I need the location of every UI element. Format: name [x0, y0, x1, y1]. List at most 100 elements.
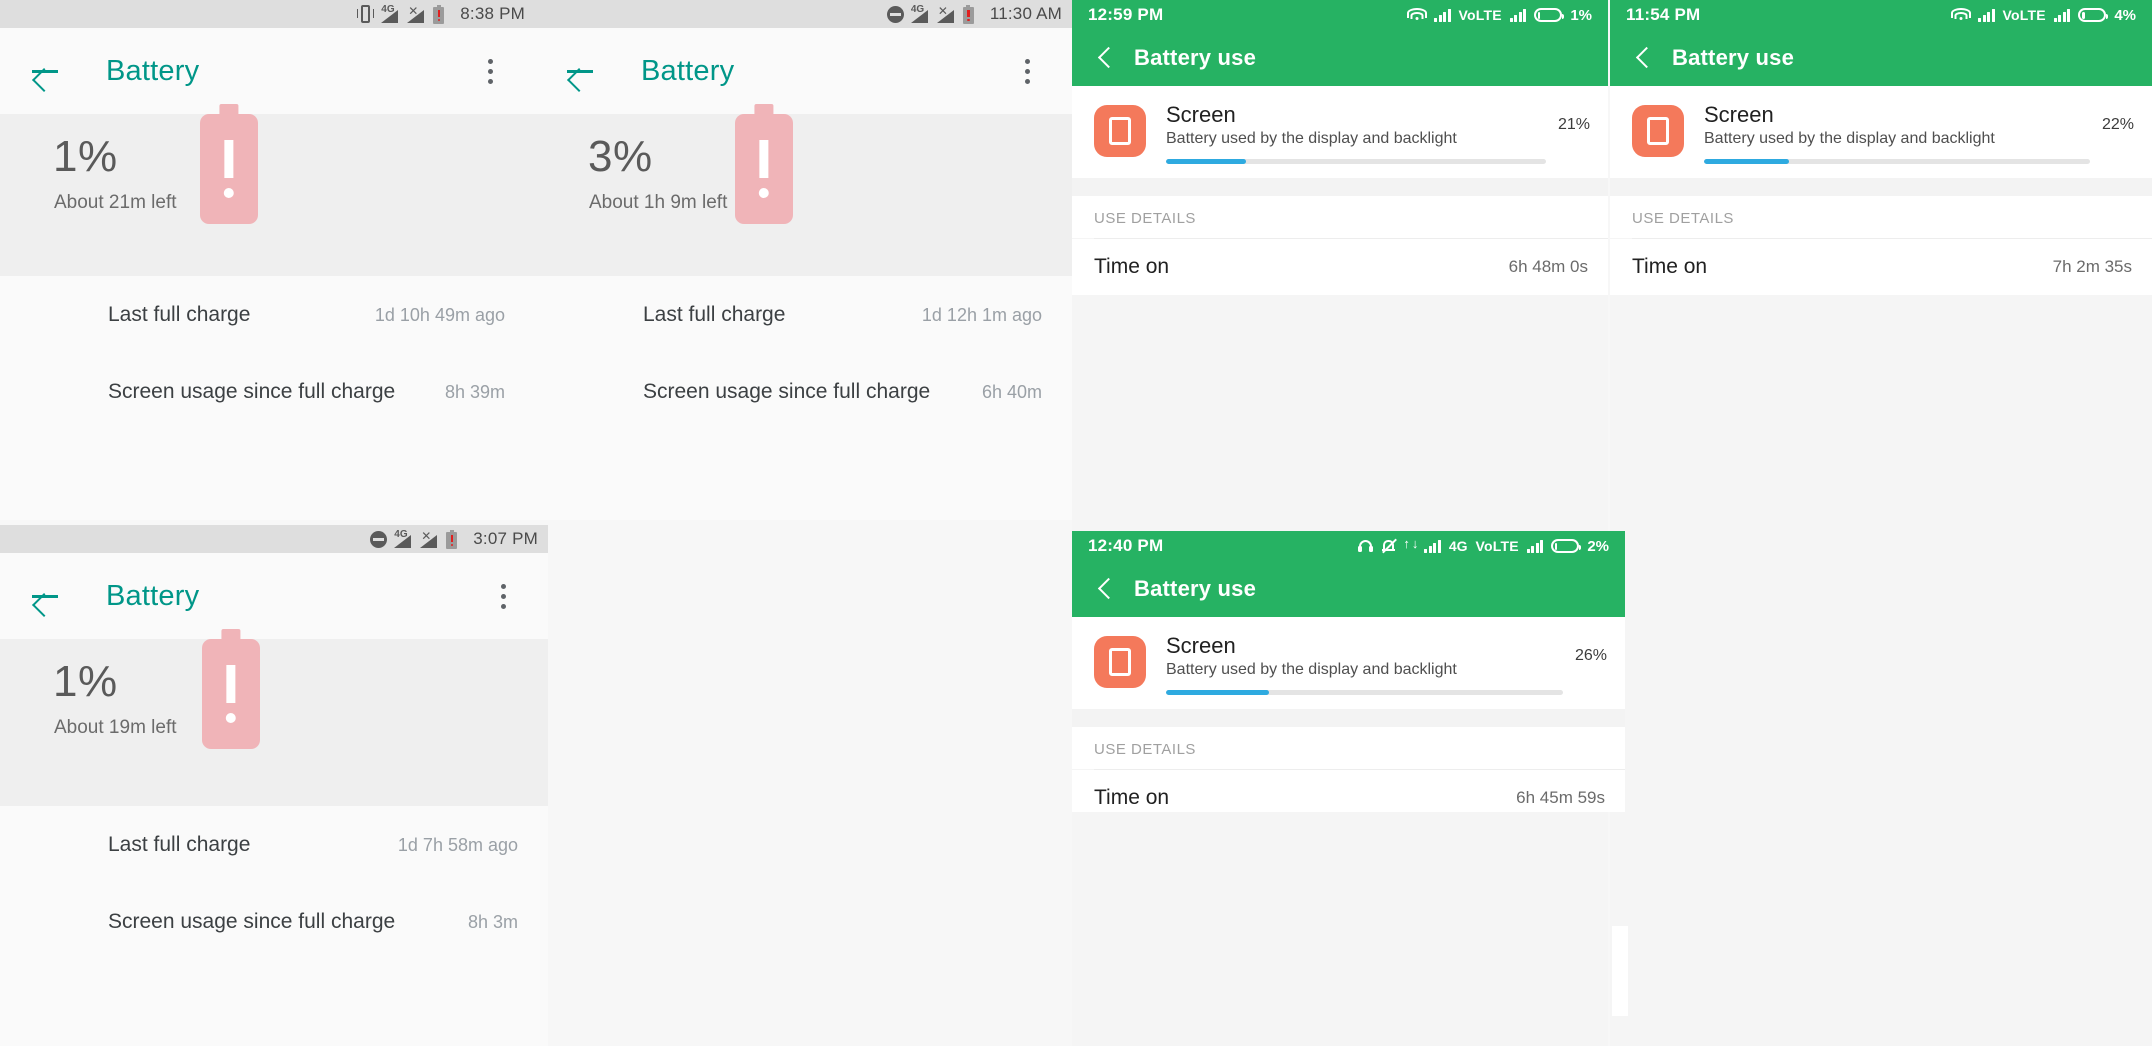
- detail-row-time-on[interactable]: Time on 7h 2m 35s: [1610, 239, 2152, 296]
- app-usage-percent: 21%: [1557, 116, 1590, 133]
- battery-detail-rows: Last full charge 1d 10h 49m ago Screen u…: [0, 276, 535, 430]
- row-value: 1d 7h 58m ago: [397, 834, 518, 855]
- signal-icon: [2053, 8, 2071, 22]
- battery-icon: [1551, 539, 1582, 553]
- battery-estimate: About 21m left: [54, 192, 177, 213]
- panel-android-battery-2: 4G ✕ 11:30 AM Battery 3% About 1h 9m lef…: [535, 0, 1072, 520]
- panel-miui-battery-use-1: 12:59 PM VoLTE 1% Battery use Screen Bat…: [1072, 0, 1608, 1046]
- status-bar-time: 8:38 PM: [460, 4, 525, 23]
- detail-label: Time on: [1094, 786, 1170, 810]
- status-bar: 4G ✕ 3:07 PM: [0, 525, 548, 553]
- app-description: Battery used by the display and backligh…: [1704, 130, 1995, 148]
- row-value: 8h 3m: [467, 911, 518, 932]
- data-transfer-icon: [1403, 537, 1418, 554]
- page-title: Battery use: [1672, 45, 1795, 70]
- screen-app-icon: [1632, 105, 1684, 157]
- battery-detail-rows: Last full charge 1d 7h 58m ago Screen us…: [0, 806, 548, 960]
- network-4g-label: 4G: [1448, 538, 1468, 554]
- battery-percent-label: 1%: [1570, 6, 1592, 24]
- section-header-use-details: USE DETAILS: [1072, 196, 1608, 239]
- usage-progress-bar: [1166, 159, 1546, 165]
- battery-icon: [1534, 8, 1565, 22]
- detail-label: Time on: [1094, 255, 1170, 279]
- back-arrow-icon[interactable]: [24, 575, 66, 617]
- battery-low-icon: [962, 4, 974, 24]
- row-label: Screen usage since full charge: [643, 380, 931, 403]
- scrollbar-track[interactable]: [1612, 926, 1628, 1016]
- signal-no-service-icon: ✕: [407, 5, 426, 23]
- table-row[interactable]: Last full charge 1d 10h 49m ago: [0, 276, 535, 354]
- status-bar: 11:54 PM VoLTE 4%: [1610, 0, 2152, 30]
- back-chevron-icon[interactable]: [1094, 43, 1116, 73]
- do-not-disturb-icon: [886, 5, 904, 23]
- row-label: Last full charge: [108, 833, 251, 856]
- app-bar: Battery: [0, 28, 535, 114]
- volte-label: VoLTE: [1458, 7, 1502, 23]
- table-row[interactable]: Screen usage since full charge 8h 39m: [0, 354, 535, 430]
- detail-row-time-on[interactable]: Time on 6h 45m 59s: [1072, 770, 1625, 812]
- mute-bell-icon: [1381, 538, 1398, 554]
- back-arrow-icon[interactable]: [559, 50, 601, 92]
- volte-label: VoLTE: [1475, 538, 1519, 554]
- panel-miui-battery-use-2: 11:54 PM VoLTE 4% Battery use Screen Bat…: [1610, 0, 2152, 1046]
- signal-icon: [1509, 8, 1527, 22]
- app-description: Battery used by the display and backligh…: [1166, 130, 1457, 148]
- signal-no-service-icon: ✕: [420, 530, 439, 548]
- section-divider: [1072, 709, 1625, 728]
- status-bar-time: 11:54 PM: [1626, 5, 1701, 24]
- signal-icon: [1434, 8, 1451, 22]
- app-name: Screen: [1704, 102, 1774, 127]
- row-label: Screen usage since full charge: [108, 910, 396, 933]
- back-chevron-icon[interactable]: [1094, 574, 1116, 604]
- app-usage-card[interactable]: Screen Battery used by the display and b…: [1072, 86, 1608, 179]
- app-name: Screen: [1166, 102, 1236, 127]
- battery-low-icon: [433, 4, 445, 24]
- table-row[interactable]: Last full charge 1d 7h 58m ago: [0, 806, 548, 884]
- section-header-use-details: USE DETAILS: [1610, 196, 2152, 239]
- battery-percent: 1%: [53, 132, 118, 181]
- battery-alert-icon: [200, 104, 258, 224]
- section-header-use-details: USE DETAILS: [1072, 727, 1625, 770]
- status-bar-time: 3:07 PM: [473, 529, 538, 548]
- signal-no-service-icon: ✕: [936, 5, 956, 23]
- status-bar: 12:59 PM VoLTE 1%: [1072, 0, 1608, 30]
- app-description: Battery used by the display and backligh…: [1166, 661, 1457, 679]
- row-value: 8h 39m: [444, 381, 505, 402]
- back-chevron-icon[interactable]: [1632, 43, 1654, 73]
- app-bar: Battery: [0, 553, 548, 639]
- app-header: Battery use: [1610, 30, 2152, 86]
- overflow-menu-icon[interactable]: [1010, 54, 1044, 88]
- overflow-menu-icon[interactable]: [473, 54, 507, 88]
- row-value: 6h 40m: [981, 381, 1042, 402]
- signal-4g-icon: 4G: [910, 4, 930, 23]
- battery-hero: 1% About 21m left: [0, 104, 535, 276]
- battery-icon: [2078, 8, 2109, 22]
- screen-app-icon: [1094, 636, 1146, 688]
- table-row[interactable]: Screen usage since full charge 6h 40m: [535, 354, 1072, 430]
- battery-estimate: About 19m left: [54, 717, 177, 738]
- battery-percent-label: 4%: [2114, 6, 2136, 24]
- panel-android-battery-3: 4G ✕ 3:07 PM Battery 1% About 19m left L…: [0, 525, 548, 1046]
- back-arrow-icon[interactable]: [24, 50, 66, 92]
- signal-4g-icon: 4G: [394, 529, 413, 548]
- signal-icon: [1978, 8, 1995, 22]
- row-label: Screen usage since full charge: [108, 380, 396, 403]
- row-value: 1d 10h 49m ago: [374, 304, 505, 325]
- wifi-icon: [1407, 8, 1428, 22]
- signal-4g-icon: 4G: [381, 4, 400, 23]
- app-bar: Battery: [535, 28, 1072, 114]
- table-row[interactable]: Screen usage since full charge 8h 3m: [0, 884, 548, 960]
- table-row[interactable]: Last full charge 1d 12h 1m ago: [535, 276, 1072, 354]
- app-usage-card[interactable]: Screen Battery used by the display and b…: [1610, 86, 2152, 179]
- battery-percent: 3%: [588, 132, 653, 181]
- app-usage-card[interactable]: Screen Battery used by the display and b…: [1072, 617, 1625, 710]
- detail-row-time-on[interactable]: Time on 6h 48m 0s: [1072, 239, 1608, 296]
- section-divider: [1072, 178, 1608, 197]
- app-header: Battery use: [1072, 561, 1625, 617]
- overflow-menu-icon[interactable]: [486, 579, 520, 613]
- panel-miui-battery-use-3: 12:40 PM 4G VoLTE 2% Battery use Screen …: [1072, 531, 1625, 812]
- app-name: Screen: [1166, 633, 1236, 658]
- status-bar: 4G ✕ 11:30 AM: [535, 0, 1072, 28]
- page-title: Battery: [641, 54, 735, 87]
- battery-detail-rows: Last full charge 1d 12h 1m ago Screen us…: [535, 276, 1072, 430]
